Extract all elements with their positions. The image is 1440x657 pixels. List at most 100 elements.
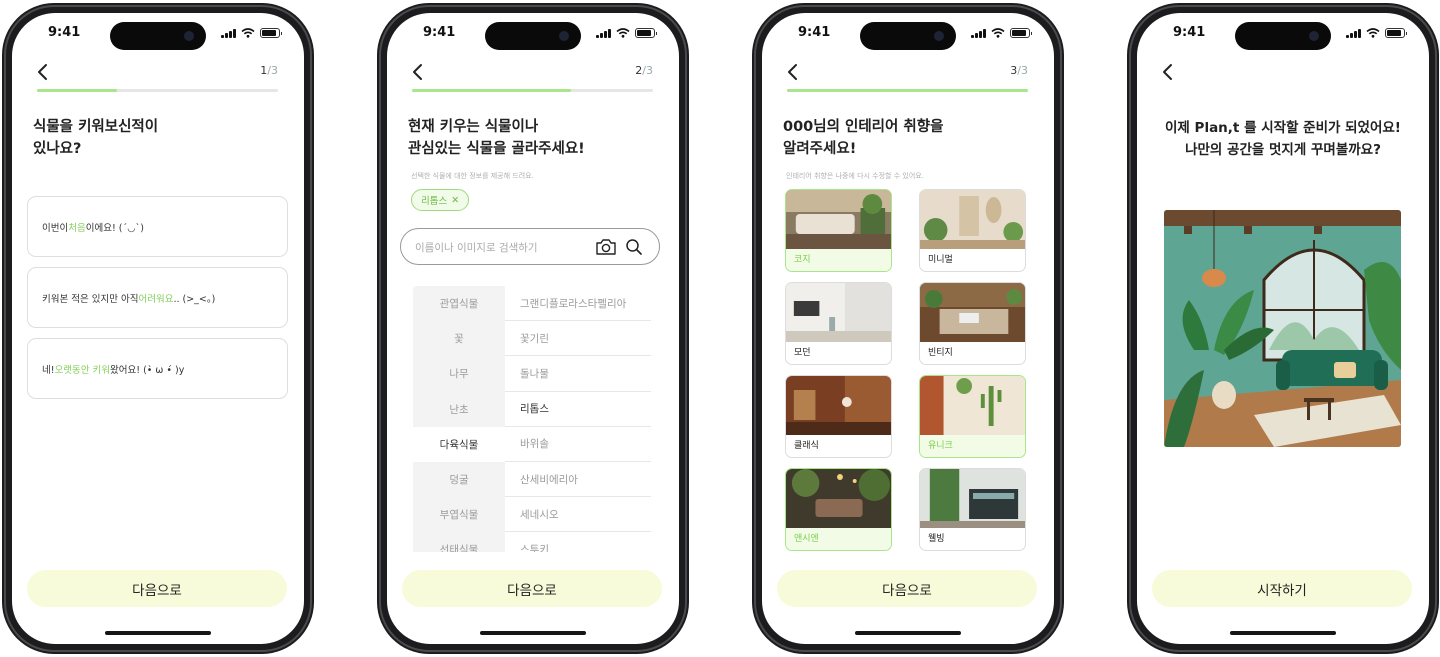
interior-illustration — [1164, 210, 1401, 447]
category-item[interactable]: 덩굴 — [413, 462, 505, 497]
plant-item[interactable]: 스투키 — [505, 532, 651, 552]
progress-fill — [37, 89, 117, 92]
progress-track — [412, 89, 653, 92]
tile-label: 웰빙 — [928, 534, 945, 544]
battery-icon — [1010, 28, 1032, 38]
dynamic-island — [485, 22, 581, 50]
status-time: 9:41 — [423, 25, 456, 40]
signal-icon — [971, 28, 986, 38]
plant-item[interactable]: 돌나물 — [505, 356, 651, 392]
signal-icon — [596, 28, 611, 38]
next-button[interactable]: 다음으로 — [777, 570, 1037, 607]
status-time: 9:41 — [1173, 25, 1206, 40]
style-tile-unique[interactable]: 유니크 — [919, 375, 1026, 458]
plant-item[interactable]: 꽃기린 — [505, 321, 651, 357]
back-chevron-icon[interactable] — [36, 63, 50, 81]
modern-room-photo — [786, 283, 891, 342]
plant-item[interactable]: 바위솔 — [505, 427, 651, 462]
option-experienced[interactable]: 네! 오랫동안 키워 왔어요! (•̀ ω •́ )y — [27, 338, 288, 399]
search-input[interactable]: 이름이나 이미지로 검색하기 — [400, 228, 660, 265]
screen-interior-style: 9:41 3/3 000님의 인테리어 취향을 알려주세요! 인테리어 취향은 … — [762, 13, 1054, 644]
minimal-room-photo — [920, 190, 1025, 249]
dynamic-island — [860, 22, 956, 50]
progress-fill — [412, 89, 572, 92]
home-indicator — [105, 631, 211, 635]
dynamic-island — [1235, 22, 1331, 50]
status-icons — [971, 28, 1032, 38]
option-text: .. (>_<。) — [173, 293, 216, 305]
home-indicator — [855, 631, 961, 635]
style-tile-minimal[interactable]: 미니멀 — [919, 189, 1026, 272]
status-icons — [596, 28, 657, 38]
back-chevron-icon[interactable] — [411, 63, 425, 81]
dynamic-island — [110, 22, 206, 50]
question-title: 식물을 키워보신적이 있나요? — [33, 119, 159, 157]
back-chevron-icon[interactable] — [786, 63, 800, 81]
option-text: 이번이 — [42, 222, 69, 234]
phone-frame-3: 9:41 3/3 000님의 인테리어 취향을 알려주세요! 인테리어 취향은 … — [752, 3, 1064, 654]
plant-item[interactable]: 세네시오 — [505, 497, 651, 533]
next-button[interactable]: 다음으로 — [27, 570, 287, 607]
progress-track — [787, 89, 1028, 92]
progress-fill — [787, 89, 1028, 92]
next-button[interactable]: 다음으로 — [402, 570, 662, 607]
signal-icon — [1346, 28, 1361, 38]
style-tile-vintage[interactable]: 빈티지 — [919, 282, 1026, 365]
step-indicator: 1/3 — [260, 64, 278, 77]
category-item[interactable]: 부엽식물 — [413, 497, 505, 532]
option-highlight: 오랫동안 키워 — [54, 364, 111, 376]
step-indicator: 2/3 — [635, 64, 653, 77]
question-title: 000님의 인테리어 취향을 알려주세요! — [783, 119, 944, 157]
category-list: 관엽식물 꽃 나무 난초 다육식물 덩굴 부엽식물 선태식물 — [413, 286, 505, 552]
wifi-icon — [616, 28, 630, 38]
step-indicator: 3/3 — [1010, 64, 1028, 77]
plant-list: 그랜디플로라스타펠리아 꽃기린 돌나물 리톱스 바위솔 산세비에리아 세네시오 … — [505, 286, 651, 552]
signal-icon — [221, 28, 236, 38]
status-bar: 9:41 — [762, 13, 1054, 57]
selected-plant-chip[interactable]: 리톱스 ✕ — [411, 189, 470, 211]
home-indicator — [1230, 631, 1336, 635]
option-text: 이에요! (´◡`) — [85, 222, 144, 234]
category-item[interactable]: 난초 — [413, 392, 505, 427]
wellbeing-room-photo — [920, 469, 1025, 528]
search-icon[interactable] — [625, 238, 643, 256]
style-tile-classic[interactable]: 클래식 — [785, 375, 892, 458]
unique-room-photo — [920, 376, 1025, 435]
category-item[interactable]: 선태식물 — [413, 532, 505, 552]
phone-frame-4: 9:41 이제 Plan,t 를 시작할 준비가 되었어요! 나만의 공간을 멋… — [1127, 3, 1439, 654]
plant-item-selected[interactable]: 리톱스 — [505, 392, 651, 427]
option-text: 네! — [42, 364, 55, 376]
close-icon[interactable]: ✕ — [451, 195, 459, 206]
style-tile-ancien[interactable]: 앤시엔 — [785, 468, 892, 551]
ready-message: 이제 Plan,t 를 시작할 준비가 되었어요! 나만의 공간을 멋지게 꾸며… — [1165, 120, 1401, 158]
phone-frame-2: 9:41 2/3 현재 키우는 식물이나 관심있는 식물을 골라주세요! 선택한… — [377, 3, 689, 654]
battery-icon — [635, 28, 657, 38]
option-highlight: 어려워요 — [138, 293, 174, 305]
tile-label: 앤시엔 — [794, 534, 819, 544]
style-tile-wellbeing[interactable]: 웰빙 — [919, 468, 1026, 551]
back-chevron-icon[interactable] — [1161, 63, 1175, 81]
option-first-time[interactable]: 이번이 처음 이에요! (´◡`) — [27, 196, 288, 257]
question-hint: 선택한 식물에 대한 정보를 제공해 드려요. — [411, 172, 534, 180]
ancien-room-photo — [786, 469, 891, 528]
category-item[interactable]: 꽃 — [413, 321, 505, 356]
option-difficult[interactable]: 키워본 적은 있지만 아직 어려워요.. (>_<。) — [27, 267, 288, 328]
tile-label: 빈티지 — [928, 348, 953, 358]
search-placeholder: 이름이나 이미지로 검색하기 — [415, 242, 538, 254]
category-item[interactable]: 관엽식물 — [413, 286, 505, 321]
category-item-selected[interactable]: 다육식물 — [413, 426, 505, 462]
style-tile-cozy[interactable]: 코지 — [785, 189, 892, 272]
tile-label: 미니멀 — [928, 255, 953, 265]
status-icons — [1346, 28, 1407, 38]
category-item[interactable]: 나무 — [413, 356, 505, 391]
camera-icon[interactable] — [595, 238, 617, 256]
vintage-room-photo — [920, 283, 1025, 342]
plant-item[interactable]: 그랜디플로라스타펠리아 — [505, 286, 651, 322]
plant-item[interactable]: 산세비에리아 — [505, 462, 651, 498]
progress-track — [37, 89, 278, 92]
start-button[interactable]: 시작하기 — [1152, 570, 1412, 607]
tile-label: 코지 — [794, 255, 811, 265]
cozy-room-photo — [786, 190, 891, 249]
style-tile-modern[interactable]: 모던 — [785, 282, 892, 365]
screen-ready: 9:41 이제 Plan,t 를 시작할 준비가 되었어요! 나만의 공간을 멋… — [1137, 13, 1429, 644]
